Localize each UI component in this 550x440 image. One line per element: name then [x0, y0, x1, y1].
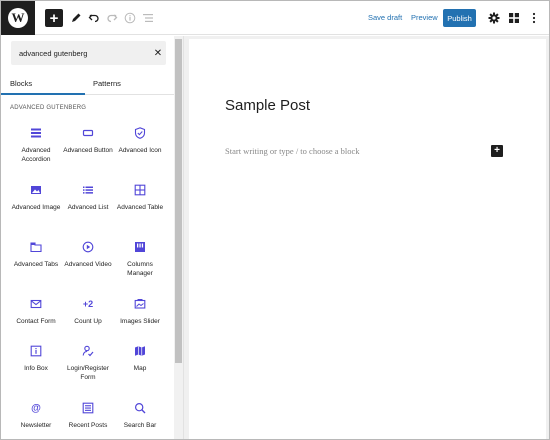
at-icon: @: [31, 402, 41, 414]
block-contact-form[interactable]: Contact Form: [10, 296, 62, 346]
block-search-input[interactable]: [19, 46, 139, 60]
image-icon: [28, 182, 44, 198]
block-advanced-icon[interactable]: Advanced Icon: [114, 125, 166, 175]
plugin-blocks-icon[interactable]: [505, 9, 523, 27]
block-label: Advanced Icon: [118, 147, 162, 154]
block-label: Advanced Image: [11, 204, 61, 211]
block-images-slider[interactable]: Images Slider: [114, 296, 166, 346]
preview-button[interactable]: Preview: [411, 13, 438, 22]
edit-tool-icon[interactable]: [67, 9, 85, 27]
wordpress-logo-button[interactable]: W: [1, 1, 35, 35]
block-label: Login/Register Form: [67, 365, 109, 381]
block-label: Columns Manager: [127, 261, 153, 277]
login-icon: [80, 343, 96, 359]
block-recent-posts[interactable]: Recent Posts: [62, 400, 114, 439]
search-icon: [132, 400, 148, 416]
tab-patterns[interactable]: Patterns: [93, 79, 121, 88]
button-icon: [80, 125, 96, 141]
block-info-box[interactable]: Info Box: [10, 343, 62, 393]
count-up-icon: +2: [82, 299, 94, 309]
block-advanced-table[interactable]: Advanced Table: [114, 182, 166, 232]
info-details-icon[interactable]: [121, 9, 139, 27]
add-block-toggle-button[interactable]: +: [45, 9, 63, 27]
block-label: Map: [133, 365, 147, 372]
accordion-icon: [28, 125, 44, 141]
post-title[interactable]: Sample Post: [225, 97, 310, 114]
list-icon: [80, 182, 96, 198]
block-search-bar[interactable]: Search Bar: [114, 400, 166, 439]
video-icon: [80, 239, 96, 255]
publish-button[interactable]: Publish: [443, 9, 476, 27]
shield-icon: [132, 125, 148, 141]
redo-icon[interactable]: [103, 9, 121, 27]
mail-icon: [28, 296, 44, 312]
block-label: Search Bar: [123, 422, 157, 429]
block-advanced-tabs[interactable]: Advanced Tabs: [10, 239, 62, 289]
block-label: Advanced Tabs: [13, 261, 59, 268]
block-label: Newsletter: [20, 422, 52, 429]
block-advanced-image[interactable]: Advanced Image: [10, 182, 62, 232]
list-view-icon[interactable]: [139, 9, 157, 27]
info-icon: [28, 343, 44, 359]
block-label: Advanced Button: [63, 147, 113, 154]
wordpress-logo-icon: W: [8, 8, 28, 28]
block-label: Advanced Video: [64, 261, 112, 268]
block-newsletter[interactable]: @ Newsletter: [10, 400, 62, 439]
block-login-register-form[interactable]: Login/Register Form: [62, 343, 114, 393]
block-advanced-video[interactable]: Advanced Video: [62, 239, 114, 289]
block-advanced-list[interactable]: Advanced List: [62, 182, 114, 232]
tabs-icon: [28, 239, 44, 255]
block-advanced-accordion[interactable]: Advanced Accordion: [10, 125, 62, 175]
columns-icon: [132, 239, 148, 255]
block-category-label: ADVANCED GUTENBERG: [10, 105, 87, 111]
sidebar-scrollbar-thumb[interactable]: [175, 39, 182, 363]
top-toolbar: W + Save draft Preview Publish: [1, 1, 549, 35]
block-label: Info Box: [24, 365, 48, 372]
undo-icon[interactable]: [85, 9, 103, 27]
block-count-up[interactable]: +2 Count Up: [62, 296, 114, 346]
block-placeholder-prompt[interactable]: Start writing or type / to choose a bloc…: [225, 146, 360, 156]
map-icon: [132, 343, 148, 359]
inline-add-block-button[interactable]: +: [491, 145, 503, 157]
more-options-icon[interactable]: [525, 9, 543, 27]
block-label: Contact Form: [16, 318, 56, 325]
block-inserter-panel: ✕ Blocks Patterns ADVANCED GUTENBERG Adv…: [1, 36, 184, 439]
block-map[interactable]: Map: [114, 343, 166, 393]
inserter-tabs: Blocks Patterns: [1, 73, 174, 95]
block-columns-manager[interactable]: Columns Manager: [114, 239, 166, 289]
block-label: Advanced Accordion: [21, 147, 51, 163]
block-label: Advanced List: [67, 204, 109, 211]
clear-search-icon[interactable]: ✕: [151, 45, 165, 61]
table-icon: [132, 182, 148, 198]
active-tab-indicator: [1, 93, 85, 95]
block-label: Recent Posts: [68, 422, 108, 429]
block-label: Count Up: [74, 318, 102, 325]
block-search-box: ✕: [11, 41, 166, 65]
tab-blocks[interactable]: Blocks: [10, 79, 32, 88]
block-label: Advanced Table: [116, 204, 164, 211]
slider-icon: [132, 296, 148, 312]
posts-icon: [80, 400, 96, 416]
settings-gear-icon[interactable]: [485, 9, 503, 27]
block-label: Images Slider: [120, 318, 160, 325]
block-advanced-button[interactable]: Advanced Button: [62, 125, 114, 175]
save-draft-button[interactable]: Save draft: [368, 13, 402, 22]
editor-window: W + Save draft Preview Publish advanced …: [0, 0, 550, 440]
